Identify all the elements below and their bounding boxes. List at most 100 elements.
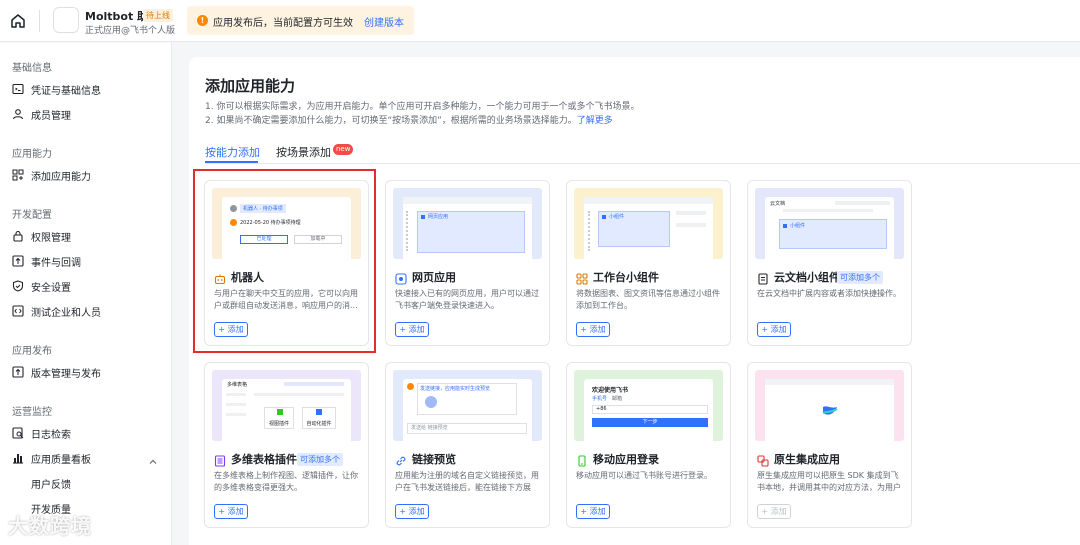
add-button[interactable]: + 添加: [576, 504, 610, 519]
sidebar-item-permissions[interactable]: 权限管理: [12, 227, 71, 245]
preview-message: 发送链接，应用能实时生成预览: [420, 386, 491, 392]
log-icon: [12, 427, 24, 439]
card-preview: 小组件: [574, 188, 723, 259]
sidebar-item-label: 版本管理与发布: [31, 368, 101, 380]
publish-notice: ! 应用发布后，当前配置方可生效 创建版本: [187, 6, 414, 35]
add-button[interactable]: + 添加: [395, 504, 429, 519]
sidebar-item-add-capability[interactable]: 添加应用能力: [12, 166, 91, 184]
add-capability-icon: [12, 169, 24, 181]
sidebar-item-label: 日志检索: [31, 429, 71, 441]
capability-card-native-app[interactable]: 原生集成应用 原生集成应用可以把原生 SDK 集成到飞书本地，并调用其中的对应方…: [747, 362, 912, 528]
home-icon[interactable]: [8, 11, 28, 31]
chevron-up-icon[interactable]: [148, 452, 158, 471]
add-button-disabled: + 添加: [757, 504, 791, 519]
permission-icon: [12, 230, 24, 242]
app-avatar: [53, 7, 79, 33]
preview-input: 发送给 链接预览: [407, 423, 527, 434]
card-preview: 多维表格 视图插件 自动化插件: [212, 370, 361, 441]
preview-title: 欢迎使用飞书: [592, 387, 629, 394]
sidebar-item-release[interactable]: 版本管理与发布: [12, 363, 101, 381]
new-badge: new: [333, 144, 354, 155]
notice-text: 应用发布后，当前配置方可生效: [213, 18, 353, 29]
dashboard-icon: [12, 452, 24, 464]
card-title: 原生集成应用: [774, 453, 840, 466]
preview-next-button: 下一步: [592, 418, 708, 427]
card-description: 将数据图表、图文资讯等信息通过小组件添加到工作台。: [576, 289, 720, 310]
preview-tab-1: 手机号: [592, 396, 608, 402]
capability-card-web-app[interactable]: 网页应用 网页应用 快速接入已有的网页应用，用户可以通过飞书客户端免登录快速进入…: [385, 180, 550, 346]
tabs-divider: [205, 163, 1080, 164]
sidebar-section-basic: 基础信息: [12, 63, 52, 74]
sidebar-item-label: 添加应用能力: [31, 171, 91, 183]
card-title: 网页应用: [412, 271, 456, 284]
card-preview: [755, 370, 904, 441]
card-description: 快速接入已有的网页应用，用户可以通过飞书客户端免登录快速进入。: [395, 289, 539, 310]
create-version-link[interactable]: 创建版本: [364, 14, 404, 29]
card-title: 移动应用登录: [593, 453, 659, 466]
warning-icon: !: [197, 15, 208, 26]
app-subtitle: 正式应用@飞书个人版: [85, 26, 176, 36]
sidebar-item-label: 权限管理: [31, 232, 71, 244]
description-line-2: 2. 如果尚不确定需要添加什么能力，可切换至“按场景添加”，根据所需的业务场景选…: [205, 116, 613, 126]
sidebar-item-test-users[interactable]: 测试企业和人员: [12, 302, 101, 320]
card-description: 移动应用可以通过飞书账号进行登录。: [576, 471, 712, 480]
card-title: 云文档小组件: [774, 271, 840, 284]
preview-box-label: 小组件: [609, 214, 625, 220]
sidebar: 基础信息 凭证与基础信息 成员管理 应用能力 添加应用能力 开发配置 权限管理 …: [0, 43, 172, 545]
learn-more-link[interactable]: 了解更多: [577, 116, 613, 126]
sidebar-item-credentials[interactable]: 凭证与基础信息: [12, 80, 101, 98]
capability-card-doc-widget[interactable]: 云文档 小组件 云文档小组件 可添加多个 在云文档中扩展内容或者添加快捷操作。 …: [747, 180, 912, 346]
sidebar-item-logs[interactable]: 日志检索: [12, 424, 71, 442]
web-app-icon: [395, 270, 407, 285]
sidebar-section-release: 应用发布: [12, 346, 52, 357]
preview-phone-field: +86: [592, 405, 708, 414]
card-description: 原生集成应用可以把原生 SDK 集成到飞书本地，并调用其中的对应方法，为用户提.…: [757, 471, 901, 492]
sidebar-item-label: 安全设置: [31, 282, 71, 294]
card-preview: 网页应用: [393, 188, 542, 259]
multi-add-badge: 可添加多个: [837, 271, 883, 284]
add-button[interactable]: + 添加: [395, 322, 429, 337]
tab-by-capability[interactable]: 按能力添加: [205, 144, 260, 160]
sidebar-item-events[interactable]: 事件与回调: [12, 252, 81, 270]
capability-card-mobile-login[interactable]: 欢迎使用飞书 手机号 邮箱 +86 下一步 移动应用登录 移动应用可以通过飞书账…: [566, 362, 731, 528]
card-title: 多维表格插件: [231, 453, 297, 466]
security-icon: [12, 280, 24, 292]
sidebar-item-label: 应用质量看板: [31, 454, 91, 466]
sidebar-section-capability: 应用能力: [12, 149, 52, 160]
capability-card-base-plugin[interactable]: 多维表格 视图插件 自动化插件 多维表格插件 可添加多个 在多维表格上制作视图、…: [204, 362, 369, 528]
card-title: 链接预览: [412, 453, 456, 466]
capability-card-link-preview[interactable]: 发送链接，应用能实时生成预览 发送给 链接预览 链接预览 应用能为注册的域名自定…: [385, 362, 550, 528]
member-icon: [12, 108, 24, 120]
add-button[interactable]: + 添加: [576, 322, 610, 337]
card-title: 工作台小组件: [593, 271, 659, 284]
add-button[interactable]: + 添加: [757, 322, 791, 337]
add-button[interactable]: + 添加: [214, 504, 248, 519]
sidebar-item-label: 测试企业和人员: [31, 307, 101, 319]
release-icon: [12, 366, 24, 378]
description-line-1: 1. 你可以根据实际需求，为应用开启能力。单个应用可开启多种能力，一个能力可用于…: [205, 102, 640, 112]
selection-highlight: [193, 169, 376, 353]
card-preview: 发送链接，应用能实时生成预览 发送给 链接预览: [393, 370, 542, 441]
sidebar-item-security[interactable]: 安全设置: [12, 277, 71, 295]
card-description: 在云文档中扩展内容或者添加快捷操作。: [757, 289, 901, 298]
mobile-login-icon: [576, 452, 588, 467]
preview-tab-2: 邮箱: [612, 396, 623, 402]
doc-widget-icon: [757, 270, 769, 285]
base-plugin-icon: [214, 452, 226, 467]
sidebar-section-dev-config: 开发配置: [12, 210, 52, 221]
tab-by-scenario[interactable]: 按场景添加: [276, 144, 331, 160]
top-bar: Moltbot 助手 待上线 正式应用@飞书个人版 ! 应用发布后，当前配置方可…: [0, 0, 1080, 42]
native-app-icon: [757, 452, 769, 467]
app-status-badge: 待上线: [143, 9, 173, 22]
credential-icon: [12, 83, 24, 95]
test-icon: [12, 305, 24, 317]
active-tab-indicator: [205, 161, 258, 163]
sidebar-item-quality-dashboard[interactable]: 应用质量看板: [12, 449, 91, 467]
capability-card-workplace-widget[interactable]: 小组件 工作台小组件 将数据图表、图文资讯等信息通过小组件添加到工作台。 + 添…: [566, 180, 731, 346]
card-preview: 欢迎使用飞书 手机号 邮箱 +86 下一步: [574, 370, 723, 441]
card-preview: 云文档 小组件: [755, 188, 904, 259]
preview-title: 云文档: [770, 201, 786, 207]
preview-title: 多维表格: [227, 382, 248, 388]
sidebar-subitem-feedback[interactable]: 用户反馈: [31, 476, 71, 491]
sidebar-item-members[interactable]: 成员管理: [12, 105, 71, 123]
